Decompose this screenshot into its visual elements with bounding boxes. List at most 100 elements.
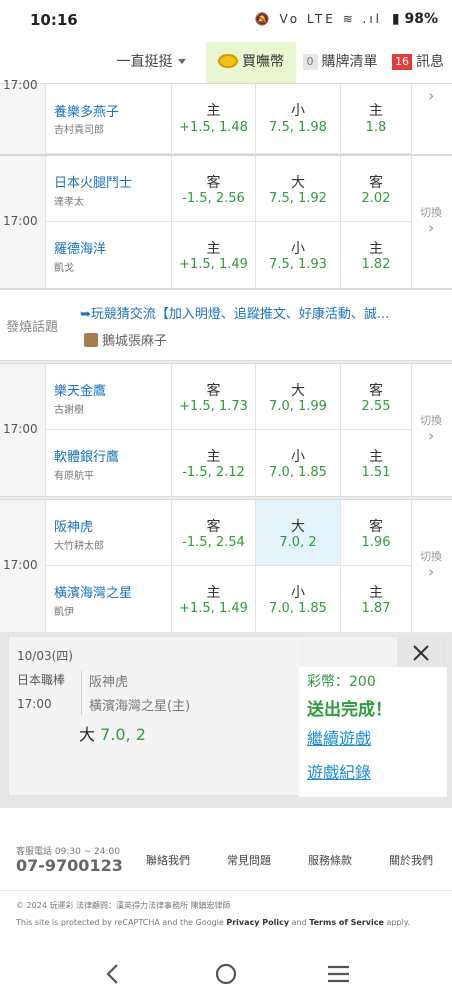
footer-link-terms[interactable]: 服務條款 (308, 852, 352, 868)
team-row: 橫濱海灣之星凱伊 主 +1.5, 1.49 小 7.0, 1.85 主 1.87 (46, 566, 412, 632)
message-count-badge: 16 (392, 54, 412, 70)
home-button[interactable] (206, 958, 246, 990)
total-odds-cell[interactable]: 大 7.5, 1.92 (256, 156, 341, 221)
team-row: 樂天金鷹 古謝樹 客 +1.5, 1.73 大 7.0, 1.99 客 2.55 (46, 364, 412, 430)
team-name[interactable]: 軟體銀行鷹 (54, 446, 119, 465)
odds-side: 客 (369, 383, 383, 399)
odds-value: 7.0, 2 (279, 535, 317, 550)
team-name[interactable]: 橫濱海灣之星 (54, 582, 132, 601)
odds-value: 7.0, 1.99 (269, 399, 327, 414)
team-row: 養樂多燕子 吉村貢司郎 主 +1.5, 1.48 小 7.5, 1.98 主 1.8 (46, 84, 412, 154)
cart-button[interactable]: 0 購牌清單 (300, 42, 380, 83)
total-odds-cell[interactable]: 小 7.0, 1.85 (256, 430, 341, 496)
terms-of-service-link[interactable]: Terms of Service (309, 918, 384, 927)
team-name[interactable]: 樂天金鷹 (54, 380, 106, 399)
moneyline-odds-cell[interactable]: 主 1.51 (341, 430, 412, 496)
and-text: and (289, 918, 310, 927)
coin-balance: 彩幣：200 (307, 674, 376, 690)
moneyline-odds-cell[interactable]: 主 1.8 (341, 84, 412, 153)
buy-coins-button[interactable]: 買嘸幣 (206, 42, 296, 83)
moneyline-odds-cell[interactable]: 客 2.02 (341, 156, 412, 221)
apply-text: apply. (383, 918, 410, 927)
recents-button[interactable] (318, 958, 358, 990)
moneyline-odds-cell[interactable]: 主 1.87 (341, 566, 412, 632)
game-type-selector[interactable]: 一直挺挺 (96, 42, 206, 83)
back-icon (106, 964, 118, 984)
copyright-text: © 2024 玩運彩 法律顧問：漢英得力法律事務所 陳鎮宏律師 (16, 901, 231, 910)
back-button[interactable] (92, 958, 132, 990)
team-name[interactable]: 養樂多燕子 (54, 101, 119, 120)
total-odds-cell[interactable]: 小 7.5, 1.98 (256, 84, 341, 153)
team-cell: 阪神虎 大竹耕太郎 (46, 500, 172, 565)
odds-value: 1.96 (361, 535, 391, 550)
odds-side: 客 (206, 383, 221, 399)
odds-side: 小 (291, 241, 305, 257)
team-name[interactable]: 阪神虎 (54, 516, 93, 535)
odds-side: 主 (369, 241, 383, 257)
footer-link-contact[interactable]: 聯絡我們 (146, 852, 190, 868)
swap-toggle[interactable]: › (412, 84, 452, 154)
handicap-odds-cell[interactable]: 客 -1.5, 2.56 (172, 156, 256, 221)
game-block: 17:00 日本火腿鬥士 達孝太 客 -1.5, 2.56 大 7.5, 1.92 客… (0, 156, 452, 288)
handicap-odds-cell[interactable]: 客 +1.5, 1.73 (172, 364, 256, 429)
odds-value: +1.5, 1.49 (179, 601, 248, 616)
game-block: 17:00 養樂多燕子 吉村貢司郎 主 +1.5, 1.48 小 7.5, 1.98… (0, 78, 452, 154)
team-name[interactable]: 羅德海洋 (54, 238, 106, 257)
odds-value: +1.5, 1.49 (179, 257, 248, 272)
odds-side: 大 (291, 519, 305, 535)
close-button[interactable] (397, 637, 445, 671)
odds-value: 7.0, 1.85 (269, 601, 327, 616)
footer-link-faq[interactable]: 常見問題 (227, 852, 271, 868)
messages-button[interactable]: 16 訊息 (384, 42, 452, 83)
odds-side: 小 (291, 449, 305, 465)
odds-side: 主 (206, 103, 221, 119)
pitcher-name: 凱戈 (54, 263, 74, 274)
team-cell: 橫濱海灣之星 凱伊 (46, 566, 172, 632)
top-bar: 一直挺挺 買嘸幣 0 購牌清單 16 訊息 (0, 42, 452, 84)
continue-game-link[interactable]: 繼續遊戲 (307, 725, 371, 749)
bet-selection: 大 7.0, 2 (79, 721, 146, 745)
odds-side: 客 (206, 175, 221, 191)
moneyline-odds-cell[interactable]: 主 1.82 (341, 222, 412, 288)
pitcher-name: 古謝樹 (54, 405, 84, 416)
service-phone[interactable]: 07-9700123 (16, 856, 123, 875)
odds-value: 7.0, 1.85 (269, 465, 327, 480)
handicap-odds-cell[interactable]: 主 +1.5, 1.49 (172, 566, 256, 632)
team-cell: 樂天金鷹 古謝樹 (46, 364, 172, 429)
swap-toggle[interactable]: 切換 › (412, 364, 452, 496)
home-team: 橫濱海灣之星(主) (89, 699, 191, 714)
swap-toggle[interactable]: 切換 › (412, 156, 452, 288)
coin-icon (218, 54, 238, 68)
handicap-odds-cell[interactable]: 主 +1.5, 1.49 (172, 222, 256, 288)
game-time: 17:00 (3, 214, 38, 228)
system-nav-bar (0, 948, 452, 1000)
total-odds-cell[interactable]: 小 7.0, 1.85 (256, 566, 341, 632)
status-icons: 🔕 Vo LTE ≋ .ıl (254, 12, 382, 26)
odds-side: 大 (291, 383, 305, 399)
odds-side: 小 (291, 585, 305, 601)
privacy-policy-link[interactable]: Privacy Policy (226, 918, 289, 927)
team-name[interactable]: 日本火腿鬥士 (54, 172, 132, 191)
pitcher-name: 凱伊 (54, 607, 74, 618)
hot-topic-title[interactable]: ➥玩競猜交流【加入明燈、追蹤推文、好康活動、誠... (80, 303, 440, 322)
odds-value: 2.55 (361, 399, 391, 414)
hot-topic-bar[interactable]: 發燒話題 ➥玩競猜交流【加入明燈、追蹤推文、好康活動、誠... 鵝城張麻子 (0, 290, 452, 360)
total-odds-cell[interactable]: 大 7.0, 1.99 (256, 364, 341, 429)
swap-toggle[interactable]: 切換 › (412, 500, 452, 632)
odds-side: 主 (369, 103, 383, 119)
moneyline-odds-cell[interactable]: 客 2.55 (341, 364, 412, 429)
footer-link-about[interactable]: 關於我們 (389, 852, 433, 868)
handicap-odds-cell[interactable]: 主 -1.5, 2.12 (172, 430, 256, 496)
total-odds-cell[interactable]: 小 7.5, 1.93 (256, 222, 341, 288)
handicap-odds-cell[interactable]: 主 +1.5, 1.48 (172, 84, 256, 153)
total-odds-cell-selected[interactable]: 大 7.0, 2 (256, 500, 341, 565)
game-time: 17:00 (3, 422, 38, 436)
odds-value: 1.51 (361, 465, 391, 480)
odds-side: 小 (291, 103, 305, 119)
author-name: 鵝城張麻子 (102, 334, 168, 349)
odds-value: 1.87 (361, 601, 391, 616)
handicap-odds-cell[interactable]: 客 -1.5, 2.54 (172, 500, 256, 565)
status-time: 10:16 (30, 11, 78, 29)
game-record-link[interactable]: 遊戲紀錄 (307, 759, 371, 783)
moneyline-odds-cell[interactable]: 客 1.96 (341, 500, 412, 565)
